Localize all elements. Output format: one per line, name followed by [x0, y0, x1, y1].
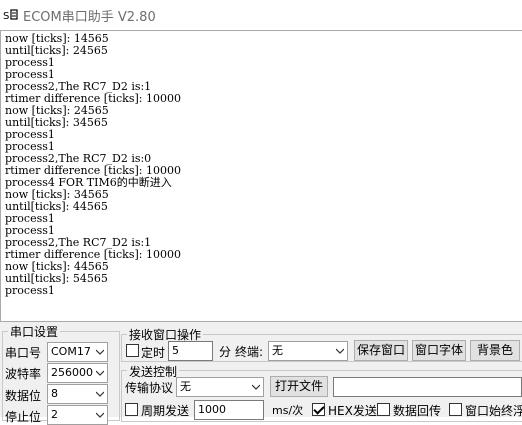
chevron-down-icon — [96, 349, 104, 355]
baud-select[interactable]: 256000 — [47, 363, 108, 383]
receive-line: process1 — [5, 284, 55, 297]
always-on-top-label: 窗口始终浮 — [465, 404, 522, 418]
receive-line: process1 — [5, 56, 55, 69]
timed-interval-value: 5 — [172, 344, 179, 357]
stopbits-value: 2 — [51, 408, 58, 421]
baud-value: 256000 — [51, 366, 93, 379]
port-select[interactable]: COM17 — [47, 342, 108, 362]
databits-select[interactable]: 8 — [47, 384, 108, 404]
hex-send-label: HEX发送 — [328, 404, 377, 418]
stopbits-select[interactable]: 2 — [47, 405, 108, 425]
chevron-down-icon — [336, 348, 344, 354]
databits-label: 数据位 — [5, 389, 42, 403]
background-color-button[interactable]: 背景色 — [470, 340, 520, 361]
receive-line: process1 — [5, 212, 55, 225]
receive-textarea[interactable]: now [ticks]: 14565 until[ticks]: 24565 pro… — [0, 30, 522, 322]
period-input[interactable]: 1000 — [194, 400, 264, 420]
chevron-down-icon — [252, 384, 260, 390]
receive-line: until[ticks]: 34565 — [5, 116, 108, 129]
port-value: COM17 — [51, 345, 91, 358]
send-control-legend: 发送控制 — [127, 363, 180, 380]
app-icon: S — [3, 9, 18, 22]
serial-settings-legend: 串口设置 — [8, 323, 61, 340]
window-font-button[interactable]: 窗口字体 — [412, 340, 466, 361]
protocol-select[interactable]: 无 — [176, 377, 264, 397]
timed-save-checkbox[interactable] — [126, 344, 139, 357]
period-unit-label: ms/次 — [272, 404, 304, 417]
title-bar: S ECOM串口助手 V2.80 — [0, 0, 522, 30]
periodic-send-label: 周期发送 — [141, 404, 190, 418]
terminator-label: 终端: — [235, 345, 264, 359]
window-title: ECOM串口助手 V2.80 — [23, 10, 156, 25]
chevron-down-icon — [96, 412, 104, 418]
periodic-send-checkbox[interactable] — [125, 403, 138, 416]
protocol-value: 无 — [180, 380, 191, 393]
always-on-top-checkbox[interactable] — [449, 403, 462, 416]
terminator-select[interactable]: 无 — [268, 341, 348, 361]
svg-text:S: S — [3, 11, 9, 22]
receive-line: until[ticks]: 44565 — [5, 200, 108, 213]
receive-line: until[ticks]: 24565 — [5, 44, 108, 57]
period-value: 1000 — [198, 403, 226, 416]
data-echo-label: 数据回传 — [393, 404, 442, 418]
port-label: 串口号 — [5, 346, 42, 360]
timed-interval-input[interactable]: 5 — [168, 341, 213, 361]
receive-line: process1 — [5, 128, 55, 141]
protocol-label: 传输协议 — [125, 381, 174, 395]
chevron-down-icon — [96, 370, 104, 376]
open-file-button[interactable]: 打开文件 — [270, 376, 328, 397]
chevron-down-icon — [96, 391, 104, 397]
data-echo-checkbox[interactable] — [377, 403, 390, 416]
minutes-label: 分 — [219, 345, 232, 359]
receive-line: until[ticks]: 54565 — [5, 272, 108, 285]
file-path-input[interactable] — [333, 377, 522, 397]
databits-value: 8 — [51, 387, 58, 400]
save-window-button[interactable]: 保存窗口 — [354, 340, 408, 361]
control-panel: 串口设置 串口号 COM17 波特率 256000 数据位 8 停止位 2 接收… — [0, 322, 522, 425]
timed-label: 定时 — [141, 346, 166, 360]
hex-send-checkbox[interactable] — [312, 403, 325, 416]
baud-label: 波特率 — [5, 367, 42, 381]
terminator-value: 无 — [272, 344, 283, 357]
